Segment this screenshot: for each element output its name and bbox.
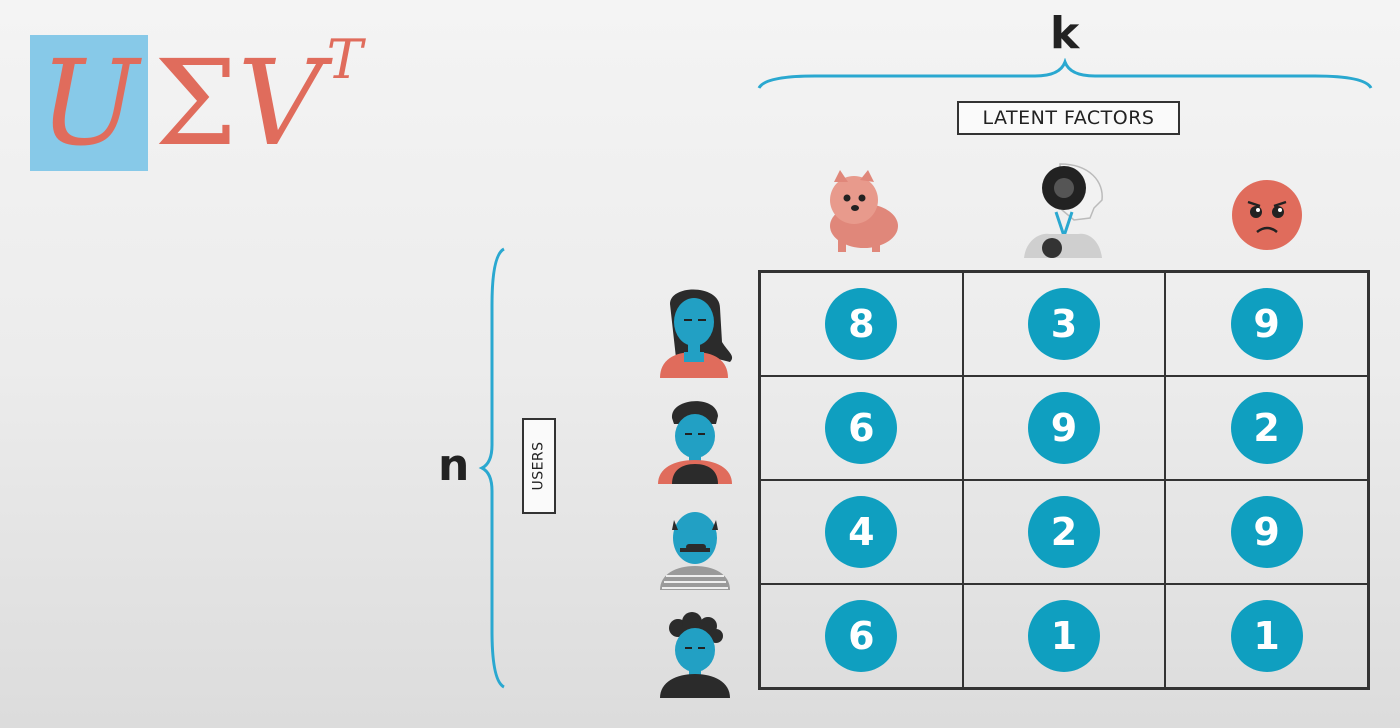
dog-icon: [830, 170, 898, 252]
users-label: USERS: [522, 418, 556, 514]
n-label: n: [438, 440, 470, 491]
value-circle: 4: [825, 496, 898, 568]
value-circle: 9: [1230, 496, 1303, 568]
user-woman-icon: [660, 289, 733, 378]
matrix-cell: 4: [760, 480, 963, 584]
value-circle: 1: [1230, 600, 1303, 672]
value-circle: 9: [1230, 288, 1303, 360]
value-circle: 2: [1230, 392, 1303, 464]
formula-v: V: [237, 34, 323, 172]
matrix-cell: 2: [962, 480, 1166, 584]
matrix-cell: 6: [760, 376, 963, 480]
users-text: USERS: [531, 441, 547, 491]
value-circle: 3: [1027, 288, 1100, 360]
matrix-cell: 1: [1165, 584, 1368, 688]
left-brace: [478, 247, 505, 689]
robot-icon: [1024, 163, 1103, 258]
value-circle: 1: [1027, 600, 1100, 672]
value-circle: 2: [1027, 496, 1100, 568]
value-circle: 9: [1027, 392, 1100, 464]
matrix-cell: 9: [1165, 480, 1368, 584]
matrix-cell: 9: [962, 376, 1166, 480]
matrix-cell: 9: [1165, 272, 1368, 376]
user-older-man-icon: [660, 512, 730, 590]
sad-face-icon: [1232, 180, 1302, 250]
top-brace: [757, 58, 1373, 89]
formula-u: U: [39, 34, 139, 172]
u-highlight: U: [30, 35, 148, 171]
formula-transpose: T: [326, 28, 363, 91]
latent-factors-text: LATENT FACTORS: [982, 107, 1155, 129]
k-label: k: [1050, 8, 1080, 59]
value-circle: 6: [825, 392, 898, 464]
matrix-cell: 2: [1165, 376, 1368, 480]
matrix-cell: 6: [760, 584, 963, 688]
user-curly-man-icon: [660, 612, 730, 698]
matrix-cell: 8: [760, 272, 963, 376]
matrix-cell: 1: [962, 584, 1166, 688]
latent-factors-label: LATENT FACTORS: [957, 101, 1180, 135]
user-man-icon: [658, 401, 732, 484]
svd-formula: U Σ V T: [30, 28, 363, 172]
matrix-cell: 3: [962, 272, 1166, 376]
formula-sigma: Σ: [154, 34, 238, 172]
user-factor-matrix: 8 3 9 6 9 2 4 2 9 6 1 1: [758, 270, 1370, 690]
value-circle: 6: [825, 600, 898, 672]
value-circle: 8: [825, 288, 898, 360]
